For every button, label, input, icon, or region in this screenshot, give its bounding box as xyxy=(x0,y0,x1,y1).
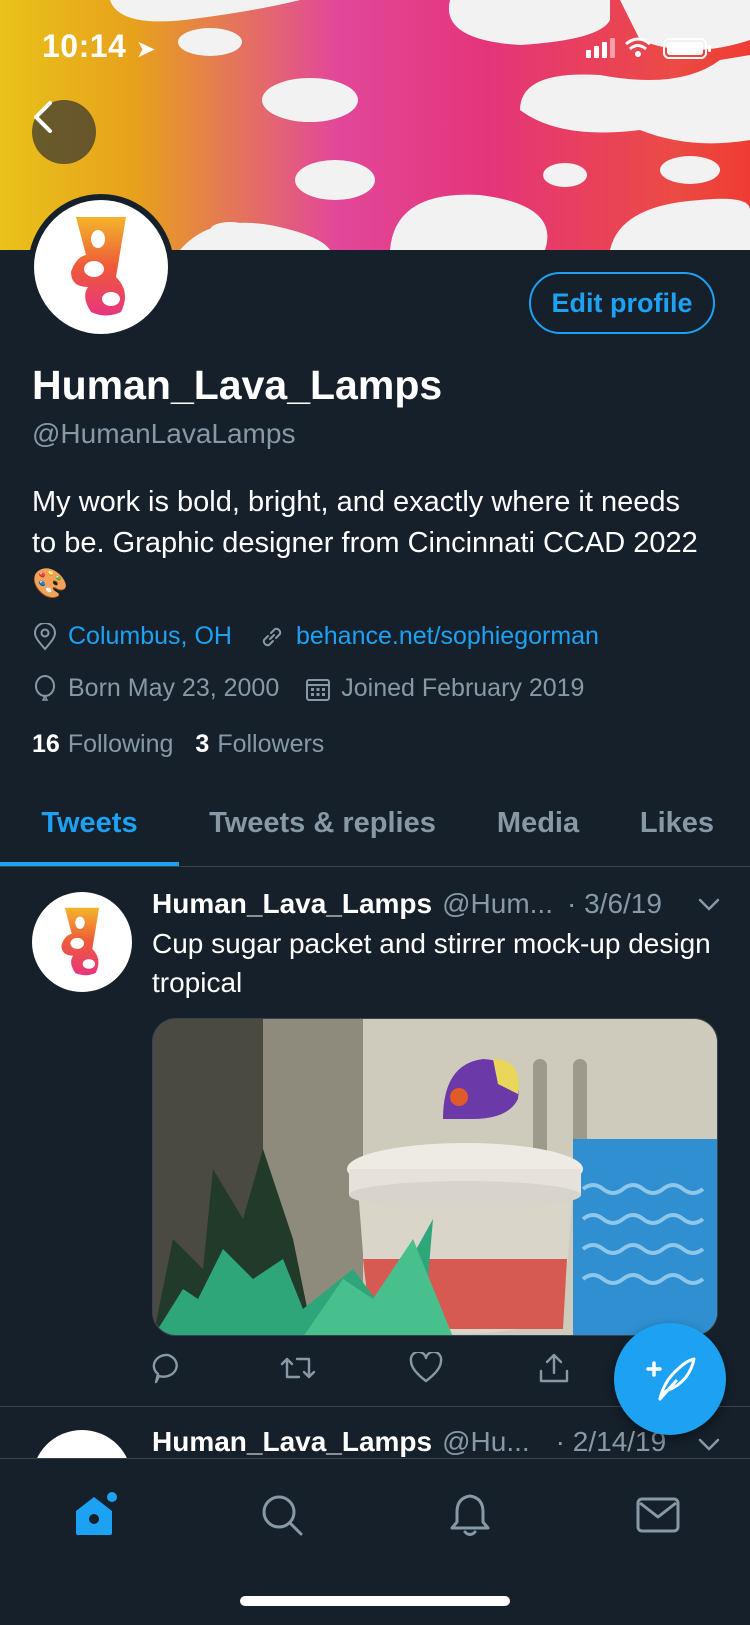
retweet-button[interactable] xyxy=(278,1348,318,1388)
home-icon xyxy=(76,1492,117,1535)
reply-icon xyxy=(152,1353,178,1384)
followers-count: 3 xyxy=(195,730,210,758)
tab-tweets-replies[interactable]: Tweets & replies xyxy=(195,780,450,866)
tab-likes[interactable]: Likes xyxy=(624,780,730,866)
tweet-avatar[interactable] xyxy=(32,892,132,992)
compose-feather-icon xyxy=(646,1357,696,1401)
location-item: Columbus, OH xyxy=(32,622,232,651)
back-chevron-icon xyxy=(34,101,52,133)
share-button[interactable] xyxy=(534,1348,574,1388)
nav-messages[interactable] xyxy=(628,1485,688,1545)
like-icon xyxy=(409,1352,443,1383)
profile-meta-row-1: Columbus, OH behance.net/sophiegorman xyxy=(32,622,625,651)
nav-home[interactable] xyxy=(64,1485,124,1545)
tweet-text: Cup sugar packet and stirrer mock-up des… xyxy=(152,928,711,998)
born-item: Born May 23, 2000 xyxy=(32,674,279,703)
tweet-date: · 3/6/19 xyxy=(567,888,662,919)
profile-bio: My work is bold, bright, and exactly whe… xyxy=(32,486,698,600)
retweet-icon xyxy=(280,1357,316,1379)
home-indicator xyxy=(240,1596,510,1606)
compose-tweet-button[interactable] xyxy=(614,1323,726,1435)
lava-lamp-logo-icon xyxy=(71,217,126,316)
tweet-avatar-2-circle xyxy=(32,1430,132,1458)
avatar-image xyxy=(34,200,168,334)
following-link[interactable]: 16 Following xyxy=(32,730,173,759)
calendar-icon xyxy=(306,678,331,701)
born-text: Born May 23, 2000 xyxy=(68,674,280,702)
following-label: Following xyxy=(67,730,174,758)
bell-icon xyxy=(450,1494,490,1536)
tweet-header-2: Human_Lava_Lamps @Hu... · 2/14/19 xyxy=(152,1426,666,1458)
joined-item: Joined February 2019 xyxy=(305,674,584,703)
website-link[interactable]: behance.net/sophiegorman xyxy=(296,622,599,651)
tweet-media-image[interactable] xyxy=(152,1018,718,1336)
profile-avatar[interactable] xyxy=(28,194,174,340)
balloon-icon xyxy=(35,674,55,701)
location-text: Columbus, OH xyxy=(68,622,232,650)
status-icons xyxy=(586,37,711,59)
follow-counts: 16 Following 3 Followers xyxy=(32,730,324,759)
profile-handle: @HumanLavaLamps xyxy=(32,418,296,449)
tweet-author-handle-2: @Hu... xyxy=(442,1426,530,1457)
tweet-author-name-2[interactable]: Human_Lava_Lamps xyxy=(152,1426,432,1458)
tab-tweets[interactable]: Tweets xyxy=(0,780,179,866)
profile-meta-row-2: Born May 23, 2000 Joined February 2019 xyxy=(32,674,610,703)
edit-profile-button[interactable]: Edit profile xyxy=(529,272,715,334)
tab-media[interactable]: Media xyxy=(474,780,602,866)
nav-search[interactable] xyxy=(252,1485,312,1545)
tweet-header: Human_Lava_Lamps @Hum... · 3/6/19 xyxy=(152,888,662,920)
active-tab-indicator xyxy=(0,862,179,866)
tweet-menu-chevron-icon-2[interactable] xyxy=(698,1438,720,1452)
location-arrow-icon: ➤ xyxy=(135,36,157,63)
search-icon xyxy=(262,1495,303,1536)
nav-notifications[interactable] xyxy=(440,1485,500,1545)
status-time: 10:14 ➤ xyxy=(42,28,156,65)
joined-text: Joined February 2019 xyxy=(341,674,585,702)
tweet-author-handle: @Hum... xyxy=(442,888,553,919)
website-item[interactable]: behance.net/sophiegorman xyxy=(258,622,599,651)
back-button[interactable] xyxy=(32,100,96,164)
location-pin-icon xyxy=(33,622,57,651)
reply-button[interactable] xyxy=(148,1348,188,1388)
link-icon xyxy=(262,627,282,646)
tweet-avatar-2[interactable] xyxy=(32,1430,132,1458)
lava-lamp-logo-icon xyxy=(61,907,100,976)
tweet-author-name[interactable]: Human_Lava_Lamps xyxy=(152,888,432,920)
tweet-menu-chevron-icon[interactable] xyxy=(698,898,720,912)
mail-icon xyxy=(636,1497,680,1533)
like-button[interactable] xyxy=(406,1348,446,1388)
display-name: Human_Lava_Lamps xyxy=(32,362,443,408)
status-time-text: 10:14 xyxy=(42,28,127,64)
followers-link[interactable]: 3 Followers xyxy=(195,730,324,759)
profile-tabs: Tweets Tweets & replies Media Likes xyxy=(0,780,750,867)
share-icon xyxy=(539,1353,569,1383)
followers-label: Followers xyxy=(217,730,325,758)
following-count: 16 xyxy=(32,730,60,758)
